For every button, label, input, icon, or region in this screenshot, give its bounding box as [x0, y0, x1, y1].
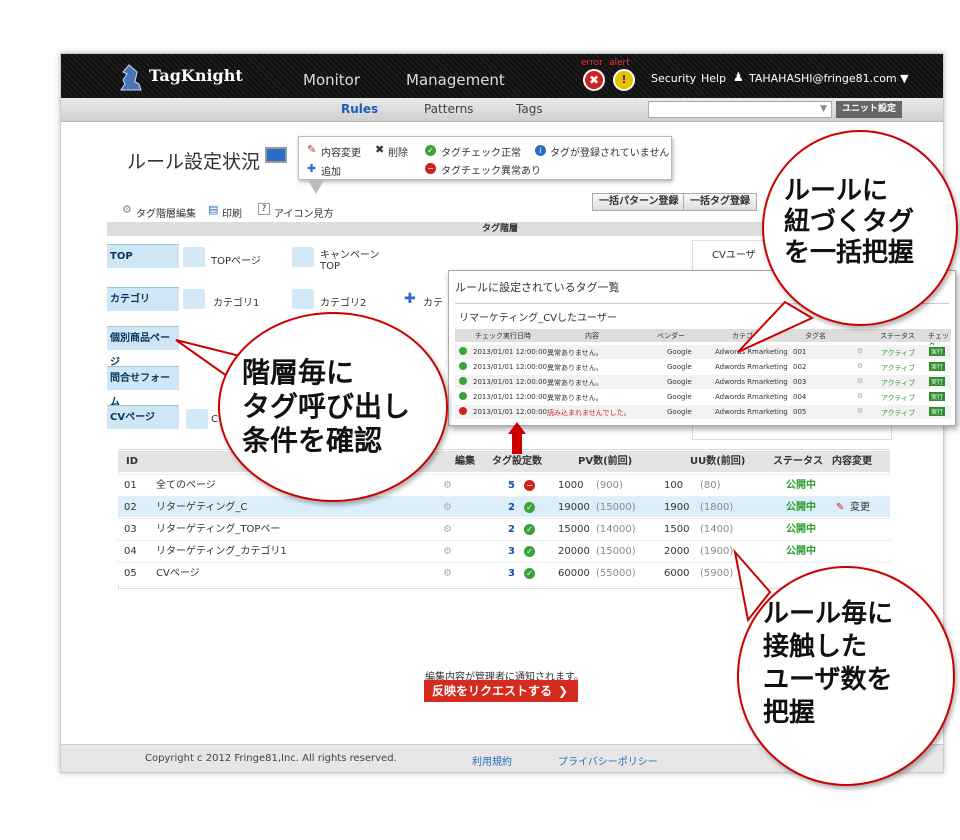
callout-line: タグ呼び出し: [242, 390, 411, 423]
callout-line: ルール毎に: [763, 599, 894, 629]
callout-line: 紐づくタグ: [784, 207, 915, 237]
callout-line: 条件を確認: [242, 424, 383, 457]
callout-conditions: 階層毎に タグ呼び出し 条件を確認: [218, 312, 448, 502]
callout-line: ユーザ数を: [763, 665, 893, 695]
callout-tags: ルールに 紐づくタグ を一括把握: [762, 130, 958, 326]
callout-line: 把握: [763, 698, 816, 728]
callout-line: 階層毎に: [242, 356, 355, 389]
callout-users: ルール毎に 接触した ユーザ数を 把握: [737, 566, 955, 786]
callout-line: 接触した: [763, 632, 868, 662]
callout-line: を一括把握: [784, 238, 915, 268]
callout-line: ルールに: [784, 176, 889, 206]
